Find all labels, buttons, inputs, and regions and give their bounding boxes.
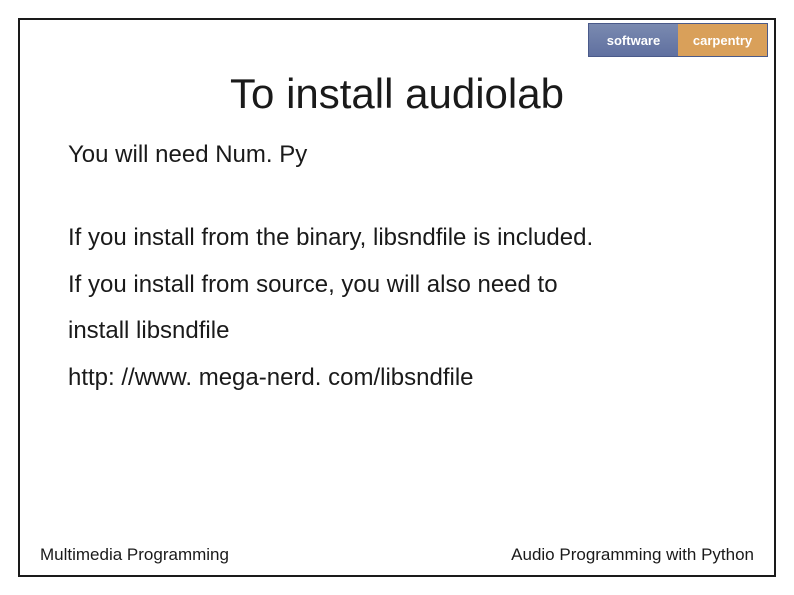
footer-right: Audio Programming with Python [511, 545, 754, 565]
body-line-4: install libsndfile [68, 308, 726, 355]
footer-left: Multimedia Programming [40, 545, 229, 565]
body-line-5: http: //www. mega-nerd. com/libsndfile [68, 355, 726, 402]
body-line-3: If you install from source, you will als… [68, 262, 726, 309]
logo-word-left: software [589, 24, 678, 56]
slide-title: To install audiolab [20, 70, 774, 118]
body-line-2: If you install from the binary, libsndfi… [68, 215, 726, 262]
slide-body: You will need Num. Py If you install fro… [68, 132, 726, 402]
logo-word-right: carpentry [678, 24, 767, 56]
slide-frame: software carpentry To install audiolab Y… [18, 18, 776, 577]
logo: software carpentry [588, 23, 768, 57]
body-line-1: You will need Num. Py [68, 132, 726, 179]
